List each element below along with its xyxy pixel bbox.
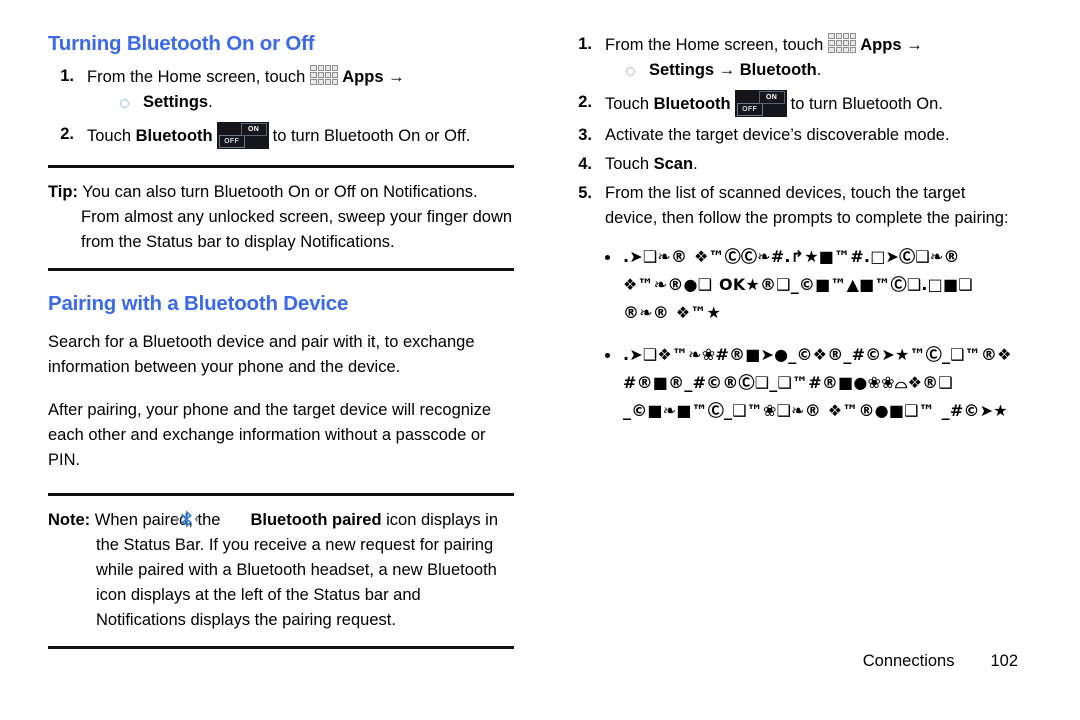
step-text-lead: Touch — [87, 127, 132, 145]
step-number: 1. — [578, 35, 592, 53]
list-item: 1. From the Home screen, touch Apps → — [48, 64, 514, 90]
list-item: 4. Touch Scan. — [566, 152, 1018, 177]
garbled-text-line: .➤❑❖™❧❀#®■➤●_©❖®_#©➤★™Ⓒ_❑™®❖ #®■®_#©®Ⓒ❑_… — [623, 345, 1012, 420]
step-text: Activate the target device’s discoverabl… — [605, 126, 950, 144]
tip-block: Tip: You can also turn Bluetooth On or O… — [48, 180, 514, 255]
apps-label: Apps — [860, 36, 902, 54]
step-text: Touch Bluetooth OFF ON to turn Bluetooth On… — [605, 90, 1018, 117]
step-text: From the list of scanned devices, touch … — [605, 184, 1009, 227]
step-text-tail: to turn Bluetooth On. — [790, 95, 943, 113]
page-title-turning-bluetooth: Turning Bluetooth On or Off — [48, 32, 315, 55]
on-off-toggle-icon: OFF ON — [216, 122, 269, 149]
step-text: Touch Scan. — [605, 152, 1018, 177]
pairing-paragraph-2: After pairing, your phone and the target… — [48, 401, 492, 469]
list-item: 3. Activate the target device’s discover… — [566, 123, 1018, 148]
apps-label: Apps — [342, 68, 384, 86]
list-item: 2. Touch Bluetooth OFF ON to turn Bluetooth… — [48, 122, 514, 149]
pairing-paragraph-1: Search for a Bluetooth device and pair w… — [48, 333, 475, 376]
tip-body: You can also turn Bluetooth On or Off on… — [81, 183, 513, 251]
pairing-steps: 1. From the Home screen, touch Apps → Set… — [566, 32, 1018, 231]
arrow-glyph: → — [388, 68, 405, 86]
bluetooth-paired-icon — [176, 509, 247, 529]
left-column: Turning Bluetooth On or Off 1. From the … — [48, 0, 514, 649]
list-item: .➤❑❖™❧❀#®■➤●_©❖®_#©➤★™Ⓒ_❑™®❖ #®■®_#©®Ⓒ❑_… — [566, 341, 1018, 425]
disc-bullet-icon — [605, 353, 610, 358]
bluetooth-label: Bluetooth — [653, 95, 731, 113]
arrow-glyph: → — [906, 36, 923, 54]
step-text: Touch Bluetooth OFF ON to turn Bluetooth On… — [87, 122, 514, 149]
toggle-off-label: OFF — [736, 103, 763, 116]
list-item-sub-settings-bluetooth: Settings → Bluetooth. — [566, 58, 1018, 83]
step-text-lead: From the Home screen, touch — [605, 36, 824, 54]
step-text-lead: Touch — [605, 155, 650, 173]
settings-label: Settings — [143, 93, 209, 111]
page-footer: Connections 102 — [566, 652, 1018, 671]
step-text: From the Home screen, touch Apps → — [87, 64, 514, 90]
document-page: Turning Bluetooth On or Off 1. From the … — [0, 0, 1080, 720]
toggle-on-label: ON — [240, 123, 267, 136]
turning-bluetooth-steps: 1. From the Home screen, touch Apps → Set… — [48, 64, 514, 149]
sub-step-period: . — [816, 61, 822, 79]
note-block: Note: When paired, the Bluetooth paired … — [48, 508, 514, 633]
right-column: 1. From the Home screen, touch Apps → Set… — [566, 0, 1018, 425]
step-text-lead: Touch — [605, 95, 650, 113]
toggle-on-label: ON — [758, 91, 785, 104]
step-number: 5. — [578, 184, 592, 202]
sub-step-text: Settings. — [143, 90, 213, 115]
list-item: 1. From the Home screen, touch Apps → — [566, 32, 1018, 58]
step-number: 2. — [60, 125, 74, 143]
toggle-off-label: OFF — [218, 135, 245, 148]
note-text-lead: When paired, the — [94, 511, 221, 529]
list-item: 5. From the list of scanned devices, tou… — [566, 181, 1018, 231]
bluetooth-label: Bluetooth — [135, 127, 213, 145]
page-title-pairing-device: Pairing with a Bluetooth Device — [48, 292, 349, 315]
hollow-circle-bullet-icon — [626, 67, 635, 76]
bluetooth-paired-label: Bluetooth paired — [250, 511, 382, 529]
sub-step-period: . — [208, 93, 213, 111]
step-text-lead: From the Home screen, touch — [87, 68, 306, 86]
hollow-circle-bullet-icon — [120, 99, 129, 108]
on-off-toggle-icon: OFF ON — [734, 90, 787, 117]
apps-grid-icon — [827, 32, 857, 54]
note-label: Note: — [48, 511, 91, 529]
settings-bluetooth-label: Settings → Bluetooth — [649, 61, 817, 79]
disc-bullet-icon — [605, 255, 610, 260]
step-text-tail: . — [693, 155, 698, 173]
list-item: .➤❑❧® ❖™ⒸⒸ❧#.↱★■™#.□➤Ⓒ❑❧® ❖™❧®●❑ OK★®❑_©… — [566, 243, 1018, 327]
step-number: 2. — [578, 93, 592, 111]
divider — [48, 646, 514, 649]
step-number: 3. — [578, 126, 592, 144]
step-text: From the Home screen, touch Apps → — [605, 32, 1018, 58]
step-number: 1. — [60, 67, 74, 85]
list-item: 2. Touch Bluetooth OFF ON to turn Bluetooth… — [566, 90, 1018, 117]
garbled-text-line: .➤❑❧® ❖™ⒸⒸ❧#.↱★■™#.□➤Ⓒ❑❧® ❖™❧®●❑ OK★®❑_©… — [623, 247, 973, 322]
footer-page-number: 102 — [990, 652, 1018, 670]
step-text-tail: to turn Bluetooth On or Off. — [272, 127, 471, 145]
apps-grid-icon — [309, 64, 339, 86]
sub-step-text: Settings → Bluetooth. — [649, 58, 821, 83]
tip-label: Tip: — [48, 183, 78, 201]
footer-chapter-name: Connections — [862, 652, 955, 670]
scan-label: Scan — [653, 155, 694, 173]
pairing-prompt-bullets: .➤❑❧® ❖™ⒸⒸ❧#.↱★■™#.□➤Ⓒ❑❧® ❖™❧®●❑ OK★®❑_©… — [566, 243, 1018, 425]
list-item-sub-settings: Settings. — [48, 90, 514, 115]
step-number: 4. — [578, 155, 592, 173]
